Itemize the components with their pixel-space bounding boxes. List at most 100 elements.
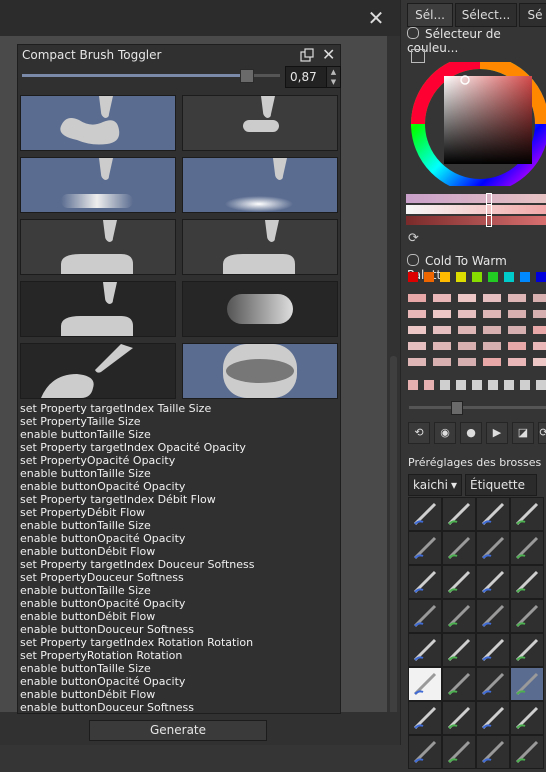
brush-preset[interactable] [476, 531, 510, 565]
brush-preset[interactable] [442, 599, 476, 633]
brush-preset[interactable] [476, 735, 510, 769]
float-icon[interactable] [300, 48, 314, 62]
rotate-icon[interactable]: ⟲ [408, 422, 430, 444]
brush-preset[interactable] [510, 735, 544, 769]
brush-preset[interactable] [408, 599, 442, 633]
palette-swatch[interactable] [458, 326, 476, 334]
palette-swatch[interactable] [456, 380, 466, 390]
color-bar-1[interactable] [406, 193, 546, 205]
brush-preset[interactable] [476, 497, 510, 531]
palette-swatch[interactable] [433, 294, 451, 302]
palette-swatch[interactable] [488, 380, 498, 390]
brush-preset[interactable] [476, 667, 510, 701]
brush-preset[interactable] [408, 633, 442, 667]
palette-swatch[interactable] [508, 310, 526, 318]
tab-selector-1[interactable]: Sél... [407, 3, 453, 27]
palette-swatch[interactable] [440, 380, 450, 390]
palette-swatch[interactable] [408, 326, 426, 334]
palette-swatch[interactable] [504, 380, 514, 390]
tile-rotation-oval[interactable] [182, 343, 338, 399]
brush-slider[interactable] [22, 69, 280, 83]
brush-preset[interactable] [408, 497, 442, 531]
palette-swatch[interactable] [433, 310, 451, 318]
palette-swatch[interactable] [483, 342, 501, 350]
tile-size-small[interactable] [182, 95, 338, 151]
palette-swatch[interactable] [458, 342, 476, 350]
palette-swatch[interactable] [458, 310, 476, 318]
palette-swatch[interactable] [433, 358, 451, 366]
brush-preset[interactable] [408, 735, 442, 769]
spin-arrows-icon[interactable]: ▲ ▼ [326, 67, 340, 87]
brush-preset[interactable] [476, 633, 510, 667]
slider-spinbox[interactable]: 0,87 ▲ ▼ [285, 66, 341, 88]
tile-flow-1[interactable] [20, 219, 176, 275]
palette-swatch[interactable] [483, 326, 501, 334]
brush-preset[interactable] [510, 565, 544, 599]
brush-preset[interactable] [510, 667, 544, 701]
color-bar-3[interactable] [406, 215, 546, 227]
palette-swatch[interactable] [472, 380, 482, 390]
color-bar-2[interactable] [406, 204, 546, 216]
tile-softness-pill[interactable] [182, 281, 338, 337]
palette-swatch[interactable] [520, 272, 530, 282]
palette-swatch[interactable] [424, 272, 434, 282]
circle-icon[interactable]: ● [460, 422, 482, 444]
palette-swatch[interactable] [440, 272, 450, 282]
play-icon[interactable]: ▶ [486, 422, 508, 444]
palette-swatch[interactable] [458, 358, 476, 366]
tile-flow-2[interactable] [182, 219, 338, 275]
brush-preset[interactable] [442, 667, 476, 701]
palette-swatch[interactable] [508, 294, 526, 302]
brush-preset[interactable] [408, 701, 442, 735]
brush-preset[interactable] [442, 565, 476, 599]
palette-swatch[interactable] [408, 342, 426, 350]
palette-swatch[interactable] [508, 326, 526, 334]
close-icon[interactable]: ✕ [366, 8, 386, 28]
palette-swatch[interactable] [408, 310, 426, 318]
rotate-more-icon[interactable]: ⟳ [538, 422, 546, 444]
brush-preset[interactable] [442, 701, 476, 735]
palette-swatch[interactable] [408, 272, 418, 282]
palette-swatch[interactable] [533, 326, 546, 334]
brush-preset[interactable] [408, 565, 442, 599]
brush-preset[interactable] [510, 531, 544, 565]
palette-swatch[interactable] [408, 294, 426, 302]
palette-swatch[interactable] [483, 358, 501, 366]
palette-swatch[interactable] [472, 272, 482, 282]
palette-swatch[interactable] [433, 342, 451, 350]
palette-swatch[interactable] [508, 342, 526, 350]
palette-size-slider[interactable] [409, 401, 546, 415]
palette-swatch[interactable] [533, 310, 546, 318]
palette-swatch[interactable] [458, 294, 476, 302]
scrollbar-thumb[interactable] [390, 356, 397, 716]
palette-swatch[interactable] [536, 272, 546, 282]
tile-rotation-brush[interactable] [20, 343, 176, 399]
brush-preset[interactable] [476, 599, 510, 633]
brush-preset[interactable] [476, 565, 510, 599]
brush-preset[interactable] [442, 531, 476, 565]
tab-selector-3[interactable]: Sé [519, 3, 546, 27]
lock-icon[interactable] [407, 27, 419, 39]
menu-icon[interactable] [411, 49, 425, 63]
tag-combo[interactable]: Étiquette [465, 474, 537, 496]
brush-preset[interactable] [510, 701, 544, 735]
canvas-scrollbar[interactable] [387, 36, 400, 716]
palette-swatch[interactable] [504, 272, 514, 282]
brush-preset[interactable] [408, 667, 442, 701]
brush-preset[interactable] [510, 497, 544, 531]
brush-preset[interactable] [510, 599, 544, 633]
brush-preset[interactable] [442, 497, 476, 531]
palette-swatch[interactable] [408, 358, 426, 366]
palette-swatch[interactable] [483, 294, 501, 302]
palette-swatch[interactable] [533, 342, 546, 350]
brush-preset[interactable] [476, 701, 510, 735]
swap-colors-icon[interactable]: ◪ [512, 422, 534, 444]
brush-preset[interactable] [442, 633, 476, 667]
preset-filter-combo[interactable]: kaichi ▾ [408, 474, 462, 496]
palette-swatch[interactable] [483, 310, 501, 318]
palette-swatch[interactable] [456, 272, 466, 282]
palette-swatch[interactable] [433, 326, 451, 334]
tile-size-blob[interactable] [20, 95, 176, 151]
palette-swatch[interactable] [533, 358, 546, 366]
tile-opacity-gradient[interactable] [20, 157, 176, 213]
